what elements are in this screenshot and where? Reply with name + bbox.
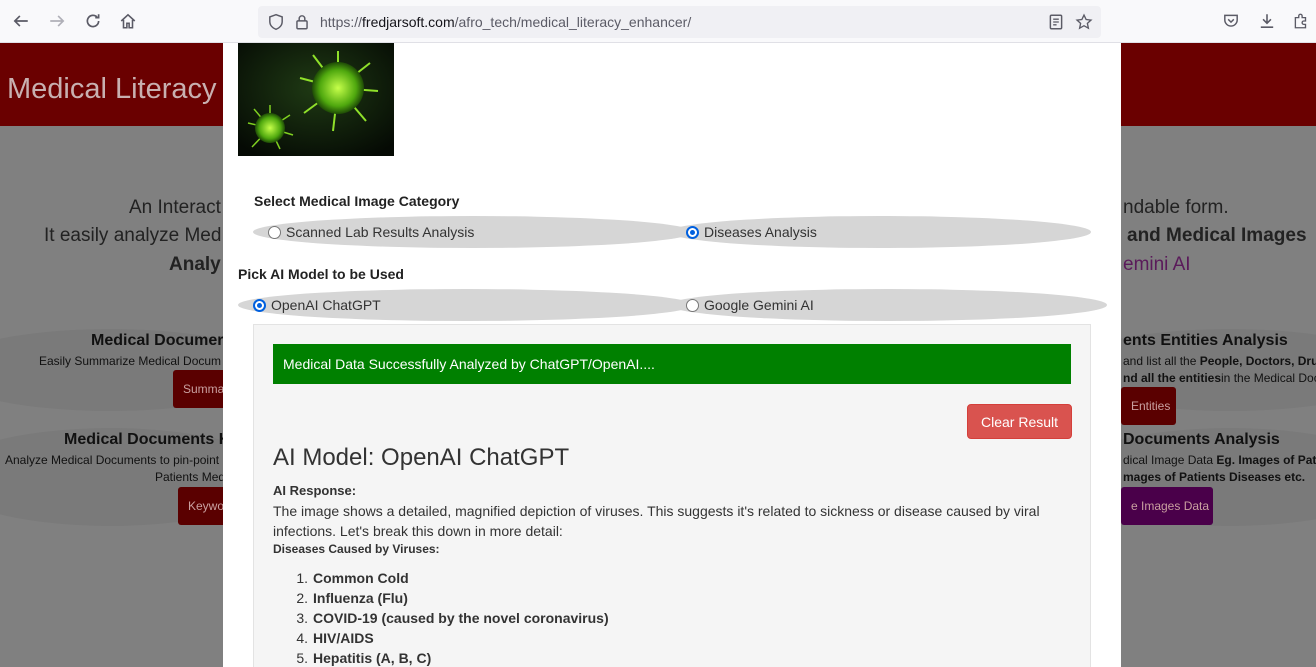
radio-label: Diseases Analysis bbox=[704, 224, 817, 240]
card-title: Medical Documents K bbox=[64, 431, 231, 448]
card-subtitle-part: and list all the bbox=[1123, 354, 1200, 368]
card-subtitle-part: dical Image Data bbox=[1123, 453, 1217, 467]
disease-name: Influenza (Flu) bbox=[313, 590, 408, 606]
card-subtitle-bold: Eg. Images of Pat bbox=[1216, 453, 1316, 467]
disease-name: Common Cold bbox=[313, 570, 409, 586]
intro-line-1: An Interact bbox=[129, 197, 221, 218]
intro-line-2: It easily analyze Med bbox=[44, 225, 222, 246]
intro-line-2-right: and Medical Images bbox=[1127, 225, 1307, 246]
list-number: 1. bbox=[296, 570, 308, 586]
url-host: fredjarsoft.com bbox=[362, 14, 455, 30]
card-subtitle: and list all the People, Doctors, Drug bbox=[1123, 354, 1316, 368]
star-icon[interactable] bbox=[1075, 13, 1093, 31]
list-number: 2. bbox=[296, 590, 308, 606]
model-option-gemini[interactable]: Google Gemini AI bbox=[686, 297, 814, 313]
radio-button[interactable] bbox=[686, 298, 699, 312]
url-path: /afro_tech/medical_literacy_enhancer/ bbox=[454, 14, 692, 30]
result-panel: Medical Data Successfully Analyzed by Ch… bbox=[253, 324, 1091, 667]
card-subtitle-bold: mages of Patients Diseases etc. bbox=[1123, 470, 1306, 484]
response-text: The image shows a detailed, magnified de… bbox=[273, 503, 1040, 539]
disease-list: 1. Common Cold 2. Influenza (Flu) 3. COVID-… bbox=[273, 568, 609, 667]
list-number: 4. bbox=[296, 630, 308, 646]
lock-icon[interactable] bbox=[293, 13, 311, 31]
response-subheading: Diseases Caused by Viruses: bbox=[273, 542, 440, 556]
page-title: Medical Literacy bbox=[7, 73, 217, 105]
download-icon[interactable] bbox=[1256, 10, 1278, 32]
extensions-icon[interactable] bbox=[1290, 10, 1312, 32]
card-subtitle-bold: People, Doctors, Drug bbox=[1199, 354, 1316, 368]
shield-icon[interactable] bbox=[267, 13, 285, 31]
radio-label: Google Gemini AI bbox=[704, 297, 814, 313]
card-subtitle: nd all the entitiesin the Medical Doc bbox=[1123, 371, 1316, 385]
category-option-lab-results[interactable]: Scanned Lab Results Analysis bbox=[268, 224, 474, 240]
card-subtitle: dical Image Data Eg. Images of Pat bbox=[1123, 453, 1316, 467]
response-label: AI Response: bbox=[273, 483, 357, 498]
card-title: Medical Documer bbox=[91, 332, 224, 349]
list-item: 3. COVID-19 (caused by the novel coronavi… bbox=[273, 608, 609, 628]
card-title: ents Entities Analysis bbox=[1123, 332, 1288, 349]
model-heading: AI Model: OpenAI ChatGPT bbox=[273, 444, 570, 471]
pocket-icon[interactable] bbox=[1220, 10, 1242, 32]
card-subtitle: Patients Med bbox=[155, 470, 226, 484]
intro-line-3-right: emini AI bbox=[1123, 254, 1191, 275]
card-subtitle: mages of Patients Diseases etc. bbox=[1123, 470, 1305, 484]
reload-icon[interactable] bbox=[82, 10, 104, 32]
entities-button[interactable]: Entities bbox=[1121, 387, 1176, 425]
url-prefix: https:// bbox=[320, 14, 363, 30]
intro-line-3: Analy bbox=[169, 254, 221, 275]
disease-name: Hepatitis (A, B, C) bbox=[313, 650, 432, 666]
browser-toolbar: https://fredjarsoft.com/afro_tech/medica… bbox=[0, 0, 1316, 43]
radio-label: OpenAI ChatGPT bbox=[271, 297, 381, 313]
success-alert: Medical Data Successfully Analyzed by Ch… bbox=[273, 344, 1071, 384]
images-data-button[interactable]: e Images Data bbox=[1121, 487, 1213, 525]
url-text: https://fredjarsoft.com/afro_tech/medica… bbox=[320, 14, 691, 30]
home-icon[interactable] bbox=[117, 10, 139, 32]
category-label: Select Medical Image Category bbox=[254, 193, 460, 209]
list-number: 3. bbox=[296, 610, 308, 626]
card-subtitle-part: in the Medical Doc bbox=[1221, 371, 1316, 385]
disease-name: HIV/AIDS bbox=[313, 630, 374, 646]
card-subtitle: Analyze Medical Documents to pin-point bbox=[5, 453, 220, 467]
radio-button-checked[interactable] bbox=[253, 298, 266, 312]
list-item: 5. Hepatitis (A, B, C) bbox=[273, 648, 609, 667]
radio-button[interactable] bbox=[268, 225, 281, 239]
category-option-diseases[interactable]: Diseases Analysis bbox=[686, 224, 817, 240]
list-item: 4. HIV/AIDS bbox=[273, 628, 609, 648]
reader-view-icon[interactable] bbox=[1047, 13, 1065, 31]
virus-image bbox=[238, 43, 394, 156]
list-item: 2. Influenza (Flu) bbox=[273, 588, 609, 608]
list-item: 1. Common Cold bbox=[273, 568, 609, 588]
analysis-modal: Select Medical Image Category Scanned La… bbox=[223, 43, 1121, 667]
radio-label: Scanned Lab Results Analysis bbox=[286, 224, 475, 240]
disease-name: COVID-19 (caused by the novel coronaviru… bbox=[313, 610, 609, 626]
intro-line-1-right: ndable form. bbox=[1123, 197, 1229, 218]
model-option-openai[interactable]: OpenAI ChatGPT bbox=[253, 297, 381, 313]
card-title: Documents Analysis bbox=[1123, 431, 1280, 448]
card-subtitle-bold: nd all the entities bbox=[1123, 371, 1222, 385]
back-icon[interactable] bbox=[10, 10, 32, 32]
clear-result-button[interactable]: Clear Result bbox=[967, 404, 1072, 439]
model-label: Pick AI Model to be Used bbox=[238, 266, 404, 282]
list-number: 5. bbox=[296, 650, 308, 666]
forward-icon[interactable] bbox=[46, 10, 68, 32]
radio-button-checked[interactable] bbox=[686, 225, 699, 239]
url-bar[interactable]: https://fredjarsoft.com/afro_tech/medica… bbox=[258, 6, 1101, 38]
card-subtitle: Easily Summarize Medical Docum bbox=[39, 354, 222, 368]
